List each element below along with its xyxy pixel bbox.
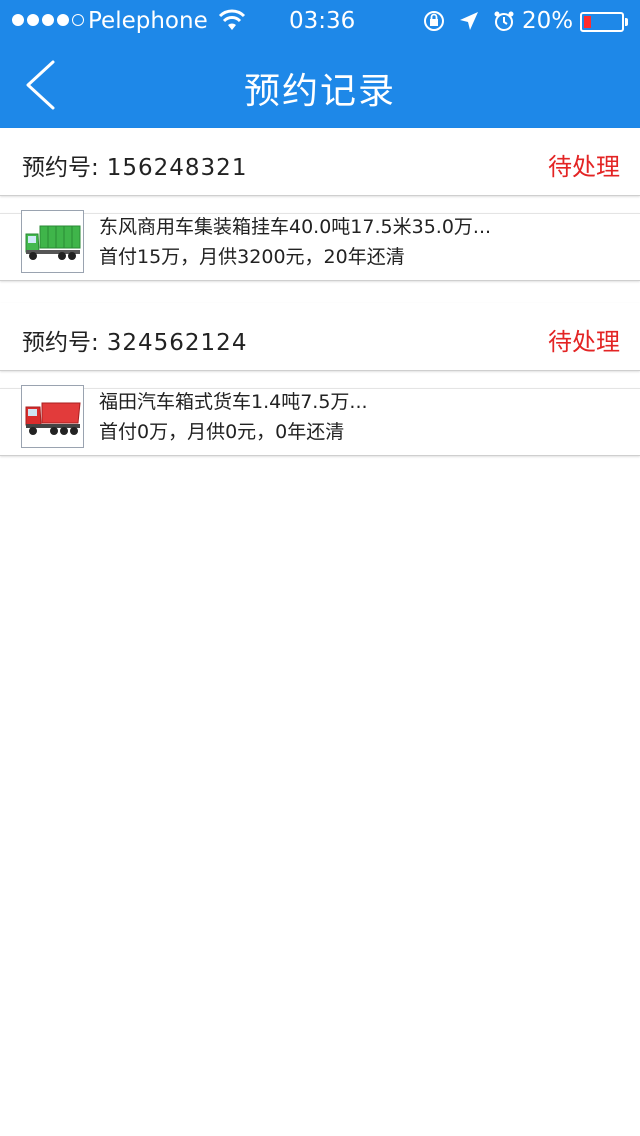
payment-terms: 首付0万，月供0元，0年还清 [99, 421, 345, 443]
payment-terms: 首付15万，月供3200元，20年还清 [99, 246, 405, 268]
reservation-record: 预约号: 156248321 待处理 东风商用车集装箱挂车40.0吨17.5米35… [0, 128, 640, 281]
vehicle-item[interactable]: 东风商用车集装箱挂车40.0吨17.5米35.0万... 首付15万，月供320… [0, 210, 640, 281]
order-number: 156248321 [106, 155, 248, 181]
reservation-header[interactable]: 预约号: 156248321 待处理 [0, 128, 640, 196]
reservation-header[interactable]: 预约号: 324562124 待处理 [0, 303, 640, 371]
status-time: 03:36 [289, 8, 356, 34]
alarm-clock-icon [494, 11, 514, 31]
order-number-label: 预约号: [22, 155, 99, 181]
battery-icon [580, 12, 628, 32]
reservation-list: 预约号: 156248321 待处理 东风商用车集装箱挂车40.0吨17.5米35… [0, 128, 640, 478]
carrier-name: Pelephone [88, 8, 208, 34]
page-title: 预约记录 [243, 71, 396, 112]
vehicle-title: 东风商用车集装箱挂车40.0吨17.5米35.0万... [99, 216, 492, 238]
battery-percentage: 20% [522, 8, 574, 34]
status-bar: Pelephone 03:36 20% [0, 0, 640, 42]
vehicle-thumbnail [21, 210, 84, 273]
order-number: 324562124 [106, 330, 248, 356]
vehicle-item[interactable]: 福田汽车箱式货车1.4吨7.5万... 首付0万，月供0元，0年还清 [0, 385, 640, 456]
wifi-icon [218, 9, 246, 30]
reservation-record: 预约号: 324562124 待处理 福田汽车箱式货车1.4吨7.5万... 首付… [0, 303, 640, 456]
top-bar: Pelephone 03:36 20% 预约记录 [0, 0, 640, 128]
status-badge: 待处理 [548, 153, 620, 181]
red-truck-icon [25, 402, 81, 435]
green-truck-icon [25, 225, 80, 260]
status-badge: 待处理 [548, 328, 620, 356]
vehicle-title: 福田汽车箱式货车1.4吨7.5万... [99, 391, 368, 413]
navigation-bar: 预约记录 [0, 42, 640, 128]
location-arrow-icon [460, 12, 478, 30]
rotation-lock-icon [424, 11, 444, 31]
signal-strength-icon [12, 14, 84, 26]
order-number-label: 预约号: [22, 330, 99, 356]
vehicle-thumbnail [21, 385, 84, 448]
